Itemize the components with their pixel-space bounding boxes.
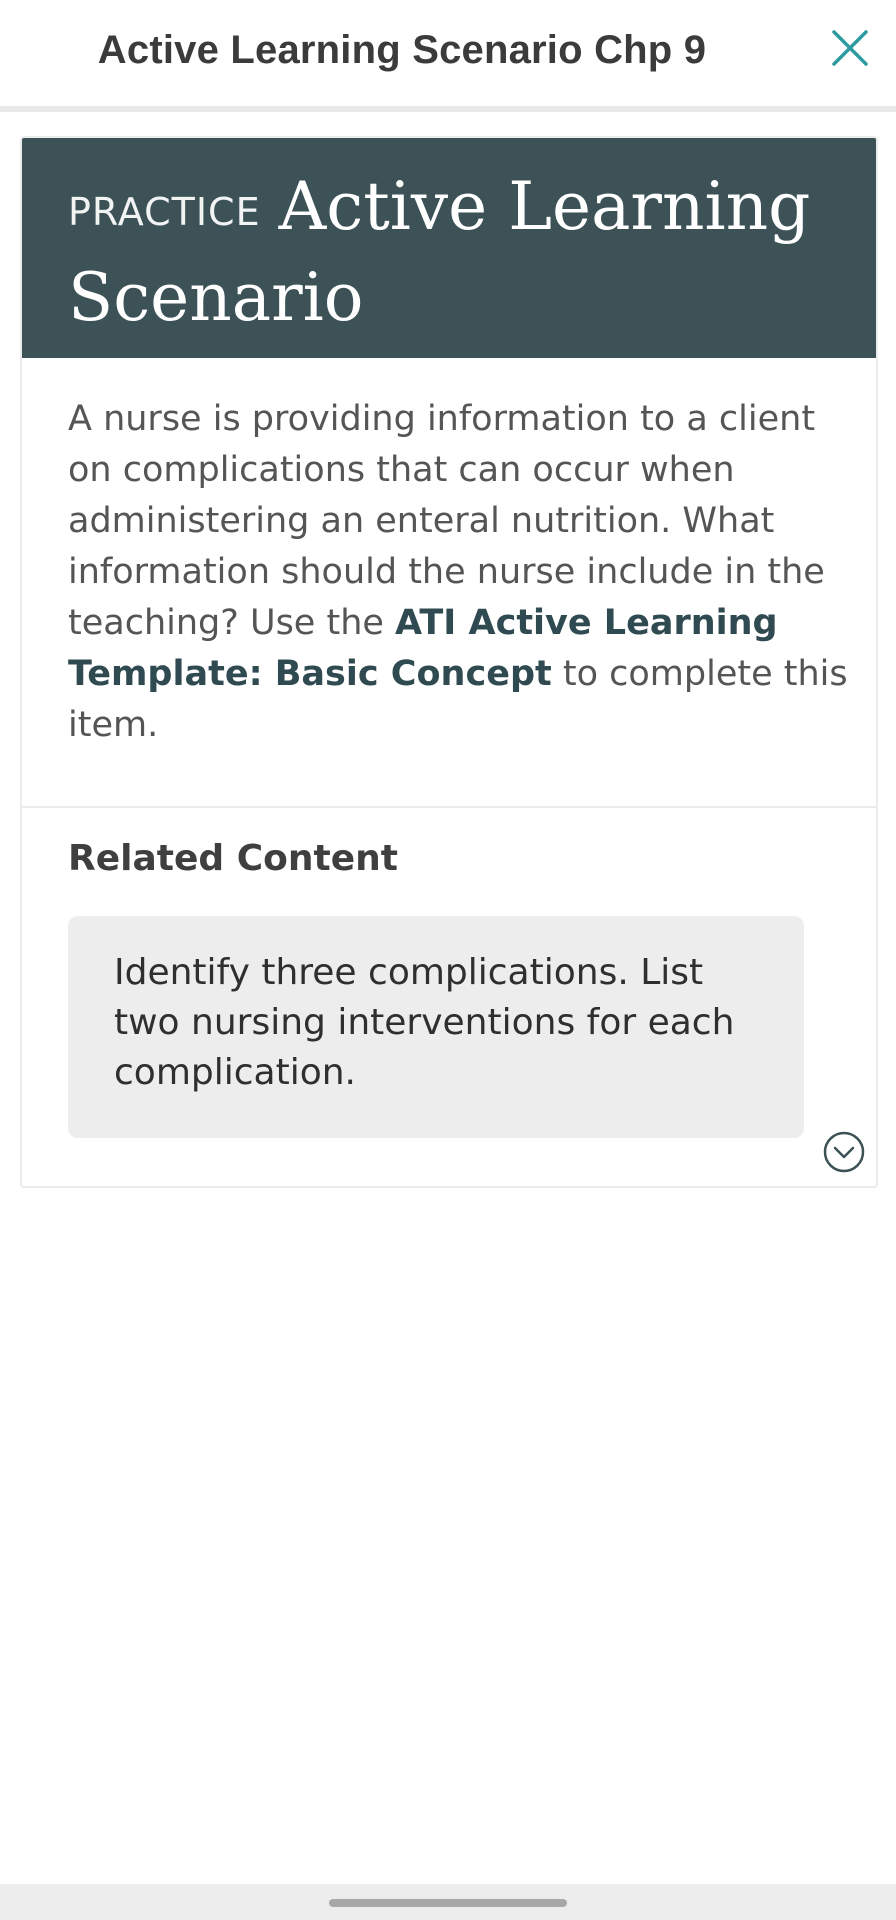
card-title-part-1: Active Learning (278, 168, 811, 245)
card-divider (22, 806, 876, 808)
scenario-text: A nurse is providing information to a cl… (68, 394, 858, 751)
card-header: PRACTICE Active Learning Scenario (22, 138, 876, 358)
top-bar-divider (0, 106, 896, 112)
card-title-line-2: Scenario (68, 259, 364, 336)
top-bar: Active Learning Scenario Chp 9 (0, 0, 896, 106)
close-icon (832, 30, 868, 66)
scenario-card: PRACTICE Active Learning Scenario A nurse… (20, 136, 878, 1188)
practice-label: PRACTICE (68, 190, 261, 234)
close-button[interactable] (822, 20, 878, 76)
chevron-down-circle-icon (823, 1131, 865, 1173)
related-content-box: Identify three complications. List two n… (68, 916, 804, 1138)
page-title: Active Learning Scenario Chp 9 (97, 27, 707, 72)
expand-button[interactable] (822, 1130, 866, 1174)
related-content-heading: Related Content (68, 838, 398, 879)
home-indicator[interactable] (329, 1899, 567, 1907)
card-title-line-1: PRACTICE Active Learning (68, 164, 830, 255)
